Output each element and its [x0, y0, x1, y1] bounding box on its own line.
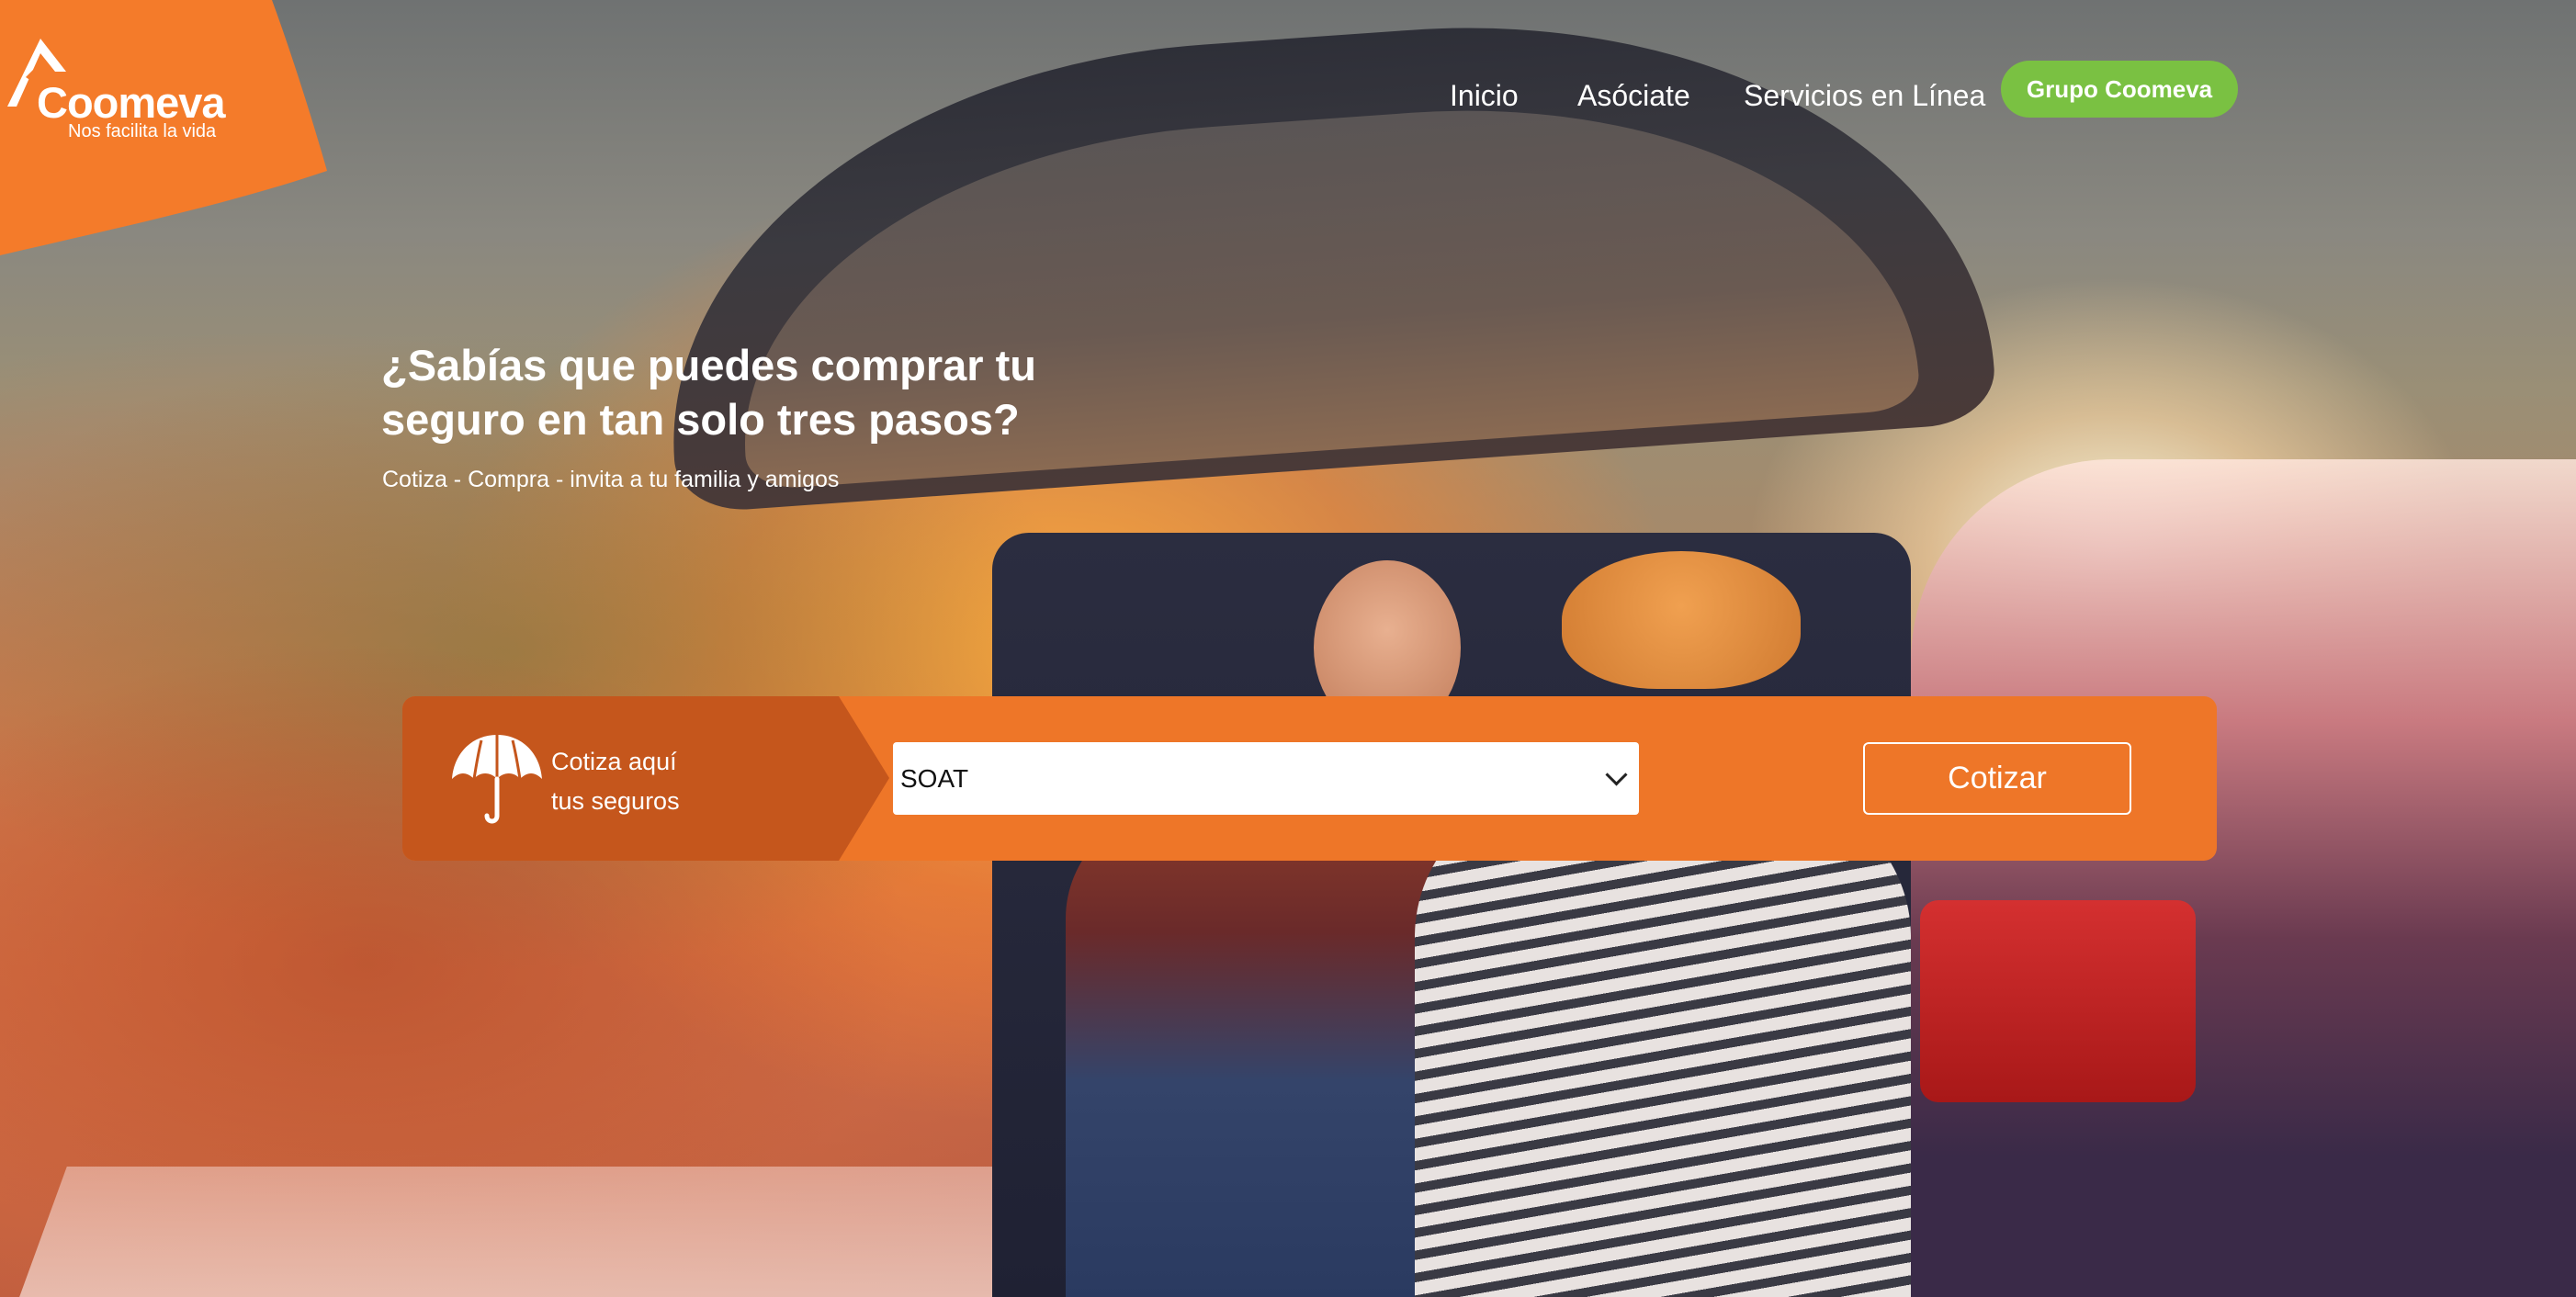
hero-subheadline: Cotiza - Compra - invita a tu familia y … — [382, 467, 840, 492]
hero-headline: ¿Sabías que puedes comprar tu seguro en … — [381, 341, 1037, 444]
brand-tagline: Nos facilita la vida — [68, 121, 217, 141]
umbrella-icon — [452, 735, 542, 824]
nav-item-asociate[interactable]: Asóciate — [1577, 79, 1690, 113]
hero-background-photo — [0, 0, 2576, 1297]
cotizar-button[interactable]: Cotizar — [1863, 742, 2131, 815]
nav-item-inicio[interactable]: Inicio — [1450, 79, 1519, 113]
brand-name: Coomeva — [37, 78, 226, 127]
quote-label-line2: tus seguros — [551, 787, 680, 815]
insurance-type-select[interactable]: SOAT — [893, 742, 1639, 815]
nav-item-servicios-en-linea[interactable]: Servicios en Línea — [1744, 79, 1985, 113]
chevron-down-icon — [1605, 763, 1628, 786]
quote-bar: Cotiza aquí tus seguros SOAT Cotizar — [402, 696, 2217, 861]
insurance-type-selected: SOAT — [900, 763, 969, 793]
quote-label: Cotiza aquí tus seguros — [551, 742, 680, 821]
grupo-coomeva-button[interactable]: Grupo Coomeva — [2001, 61, 2238, 118]
brand-logo[interactable]: Coomeva Nos facilita la vida — [0, 0, 331, 257]
quote-label-line1: Cotiza aquí — [551, 748, 677, 775]
